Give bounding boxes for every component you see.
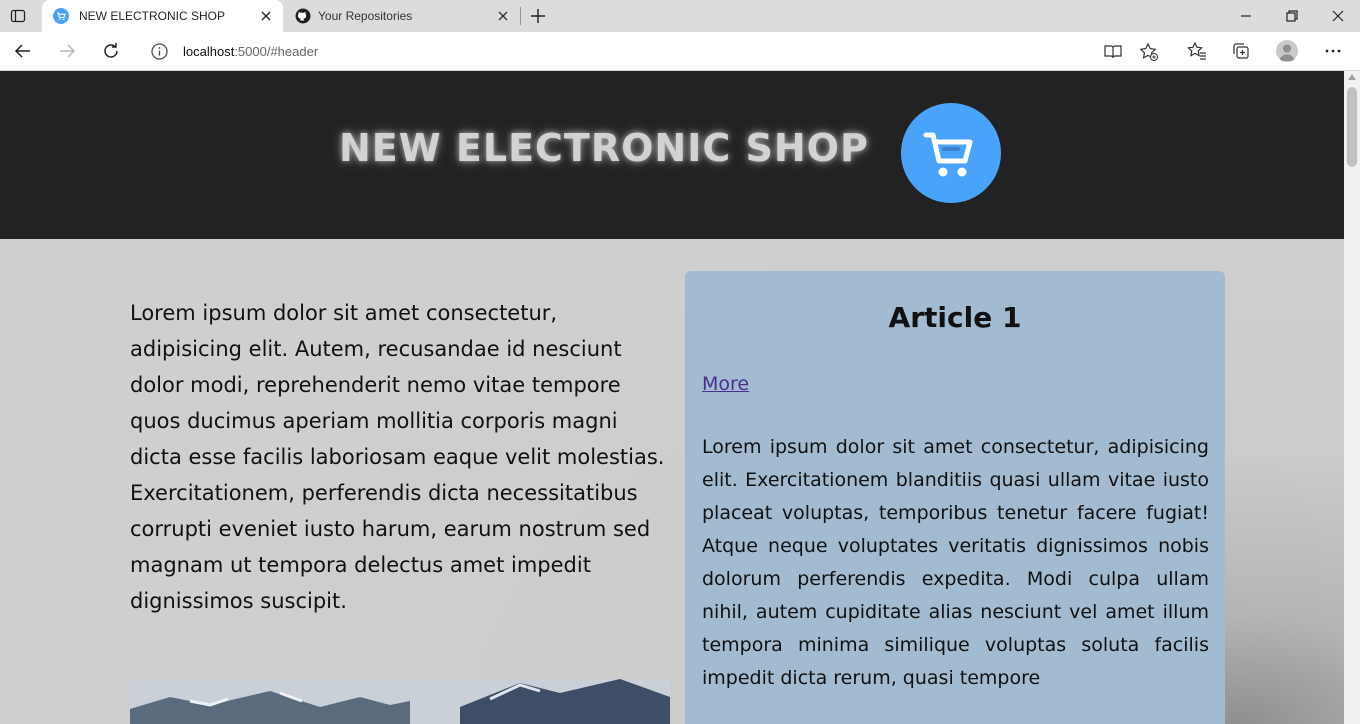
tab-separator: [520, 7, 521, 25]
window-menu-icon[interactable]: [10, 8, 26, 24]
shop-favicon-icon: [53, 8, 69, 24]
forward-icon[interactable]: [57, 41, 77, 61]
restore-icon[interactable]: [1282, 6, 1302, 26]
page-scrollbar[interactable]: [1344, 71, 1360, 724]
tab-title: NEW ELECTRONIC SHOP: [79, 9, 226, 23]
shopping-cart-icon: [923, 132, 973, 177]
site-title: NEW ELECTRONIC SHOP: [339, 126, 869, 170]
shopping-cart-logo: [901, 103, 1001, 203]
page-viewport: NEW ELECTRONIC SHOP Lorem ipsum dolor si…: [0, 71, 1344, 724]
minimize-icon[interactable]: [1236, 6, 1256, 26]
close-tab-icon[interactable]: [259, 9, 273, 23]
scroll-up-arrow-icon[interactable]: [1348, 74, 1356, 80]
more-menu-icon[interactable]: [1323, 41, 1343, 61]
favorites-icon[interactable]: [1187, 41, 1207, 61]
add-favorite-icon[interactable]: [1139, 42, 1159, 62]
tab-title: Your Repositories: [318, 9, 413, 23]
more-link[interactable]: More: [702, 373, 749, 395]
browser-toolbar: localhost:5000/#header: [0, 32, 1360, 71]
article-title: Article 1: [888, 301, 1022, 334]
scrollbar-thumb[interactable]: [1347, 87, 1357, 167]
new-tab-icon[interactable]: [530, 8, 546, 24]
mountain-landscape-image: [130, 679, 670, 724]
immersive-reader-icon[interactable]: [1103, 42, 1123, 62]
article-body: Lorem ipsum dolor sit amet consectetur, …: [702, 436, 1209, 689]
tab-your-repositories[interactable]: Your Repositories: [284, 0, 520, 32]
article-card: Article 1 More Lorem ipsum dolor sit ame…: [685, 271, 1225, 724]
mountain-image-graphic: [130, 679, 670, 724]
url-text[interactable]: localhost:5000/#header: [183, 44, 318, 59]
site-info-icon[interactable]: [151, 43, 168, 60]
refresh-icon[interactable]: [101, 41, 121, 61]
site-header: NEW ELECTRONIC SHOP: [0, 71, 1344, 239]
back-icon[interactable]: [13, 41, 33, 61]
profile-avatar[interactable]: [1276, 40, 1298, 62]
url-path: :5000/#header: [234, 44, 319, 59]
tab-new-electronic-shop[interactable]: NEW ELECTRONIC SHOP: [42, 0, 283, 32]
url-host: localhost: [183, 44, 235, 59]
address-bar[interactable]: localhost:5000/#header: [139, 36, 1171, 67]
close-window-icon[interactable]: [1328, 6, 1348, 26]
close-tab-icon[interactable]: [496, 9, 510, 23]
collections-icon[interactable]: [1231, 41, 1251, 61]
intro-paragraph: Lorem ipsum dolor sit amet consectetur, …: [130, 301, 665, 613]
user-icon: [1279, 44, 1295, 61]
browser-tab-strip: NEW ELECTRONIC SHOP Your Repositories: [0, 0, 1360, 32]
github-icon: [295, 8, 311, 24]
